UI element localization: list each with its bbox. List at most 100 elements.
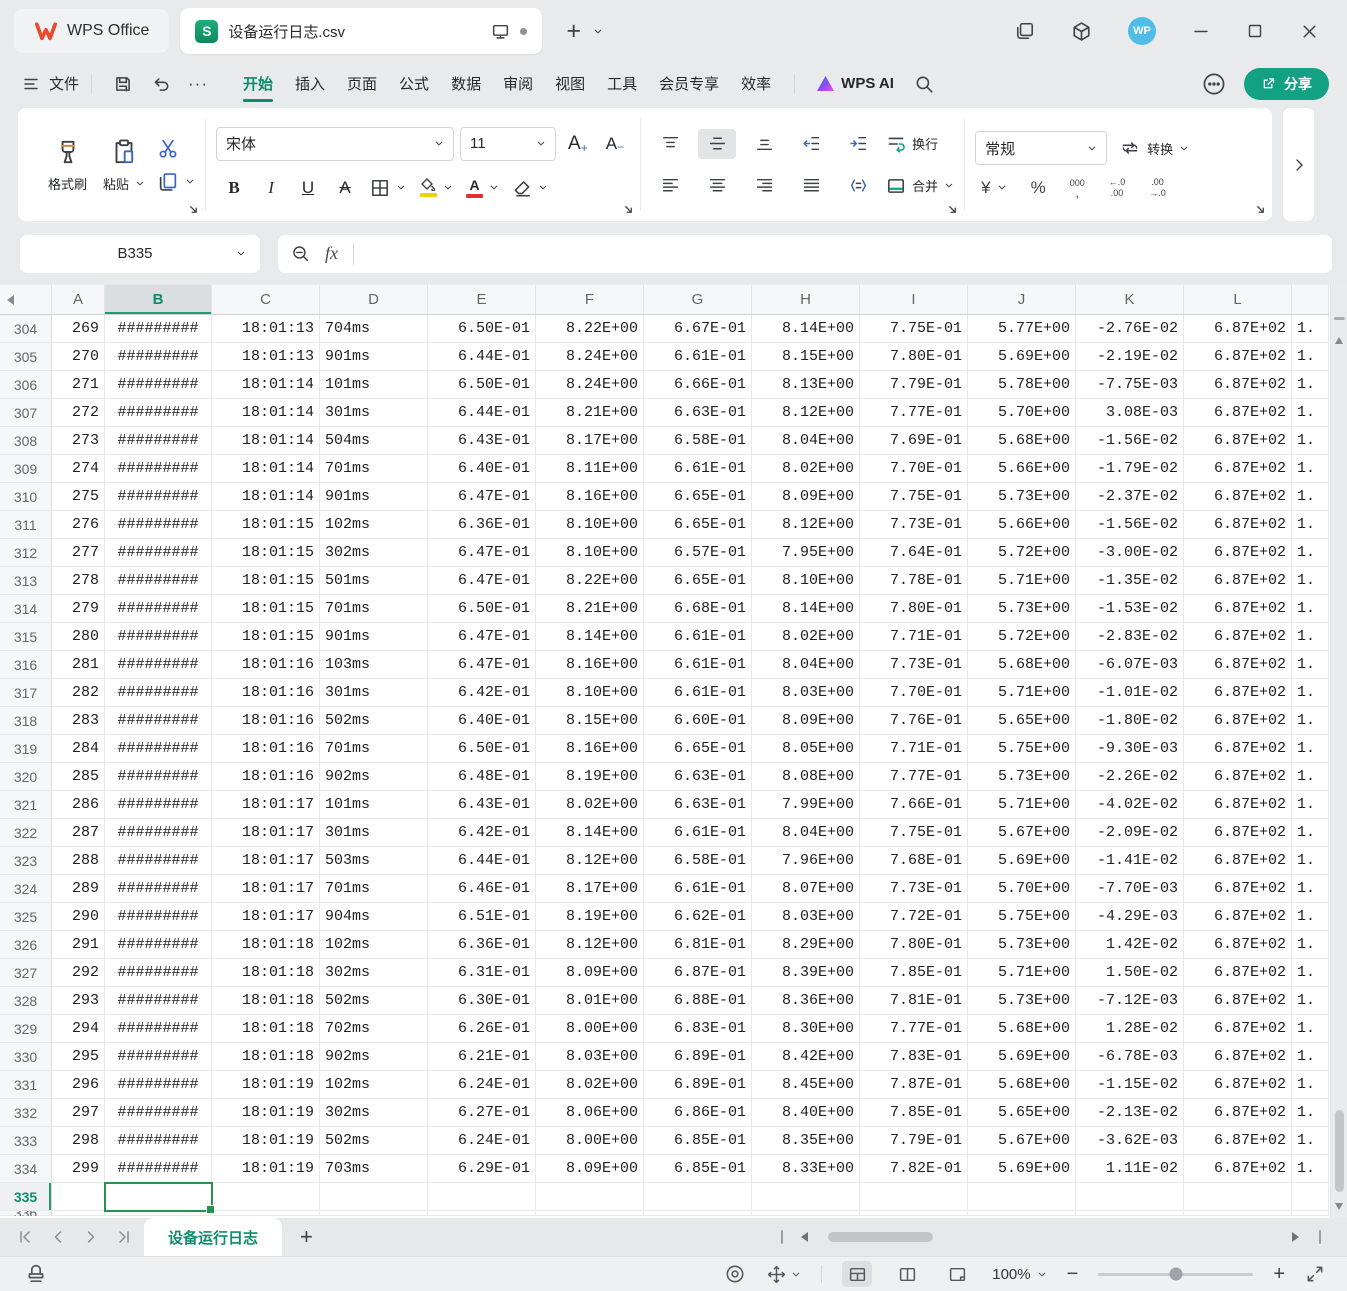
cell[interactable]: 6.31E-01 [428,959,536,987]
cell[interactable]: 8.03E+00 [752,679,860,707]
cell[interactable]: 701ms [320,875,428,903]
cell[interactable] [968,1183,1076,1211]
row-header-307[interactable]: 307 [0,399,52,427]
cell[interactable]: 5.73E+00 [968,763,1076,791]
cell[interactable]: 18:01:14 [212,427,320,455]
sheet-next-icon[interactable] [83,1229,99,1245]
cell[interactable]: 6.50E-01 [428,735,536,763]
cell[interactable]: 6.24E-01 [428,1127,536,1155]
font-size-select[interactable]: 11 [460,127,556,161]
cell[interactable]: 5.70E+00 [968,875,1076,903]
cell[interactable]: 3.08E-03 [1076,399,1184,427]
menu-tab-10[interactable]: 效率 [730,62,782,105]
font-color-button[interactable]: A [466,178,499,198]
cell[interactable]: ######### [105,511,212,539]
cell[interactable]: -6.78E-03 [1076,1043,1184,1071]
cell[interactable]: 6.50E-01 [428,595,536,623]
cell[interactable]: 102ms [320,511,428,539]
scroll-down-icon[interactable] [1335,1203,1343,1210]
cell[interactable]: 702ms [320,1015,428,1043]
cell[interactable]: 5.65E+00 [968,707,1076,735]
cell[interactable]: 18:01:19 [212,1127,320,1155]
cell[interactable]: 6.50E-01 [428,371,536,399]
cell[interactable] [52,1183,105,1211]
cell[interactable]: -2.19E-02 [1076,343,1184,371]
row-header-311[interactable]: 311 [0,511,52,539]
row-header-333[interactable]: 333 [0,1127,52,1155]
row-header-335[interactable]: 335 [0,1183,52,1211]
cell[interactable]: 6.81E-01 [644,931,752,959]
cell[interactable]: 7.96E+00 [752,847,860,875]
cell[interactable]: 5.72E+00 [968,539,1076,567]
cell[interactable]: 6.87E+02 [1184,315,1292,343]
cell[interactable]: -1.56E-02 [1076,427,1184,455]
cell[interactable]: 6.44E-01 [428,399,536,427]
cell[interactable]: 283 [52,707,105,735]
cell[interactable]: 5.65E+00 [968,1099,1076,1127]
cell[interactable]: 7.79E-01 [860,371,968,399]
cell[interactable]: 102ms [320,1071,428,1099]
cell[interactable]: 6.42E-01 [428,679,536,707]
cell[interactable]: 6.63E-01 [644,399,752,427]
row-header-310[interactable]: 310 [0,483,52,511]
cell[interactable]: 6.24E-01 [428,1071,536,1099]
cell[interactable]: 8.07E+00 [752,875,860,903]
cell[interactable] [752,1211,860,1216]
row-header-312[interactable]: 312 [0,539,52,567]
cell[interactable]: 6.47E-01 [428,623,536,651]
cell[interactable]: -3.62E-03 [1076,1127,1184,1155]
cell[interactable] [1076,1211,1184,1216]
cell[interactable]: 8.10E+00 [536,539,644,567]
cell[interactable]: 103ms [320,651,428,679]
cell[interactable]: 1. [1292,1015,1329,1043]
cell[interactable]: 6.46E-01 [428,875,536,903]
cell[interactable]: 7.64E-01 [860,539,968,567]
cell[interactable]: 8.24E+00 [536,371,644,399]
cell[interactable]: 291 [52,931,105,959]
cell[interactable]: 7.73E-01 [860,651,968,679]
wps-ai-item[interactable]: WPS AI [817,75,894,92]
cell[interactable]: -1.79E-02 [1076,455,1184,483]
cell[interactable]: 7.80E-01 [860,343,968,371]
cell[interactable]: ######### [105,707,212,735]
cell[interactable]: 1. [1292,539,1329,567]
cell[interactable]: 701ms [320,595,428,623]
cell[interactable]: 8.01E+00 [536,987,644,1015]
cell[interactable]: 6.87E+02 [1184,343,1292,371]
cell[interactable]: 102ms [320,931,428,959]
global-menu-icon[interactable] [22,75,40,93]
valign-top-button[interactable] [651,129,689,159]
cell[interactable]: 301ms [320,679,428,707]
cell[interactable]: 296 [52,1071,105,1099]
menu-tab-2[interactable]: 插入 [284,62,336,105]
cell[interactable]: 8.21E+00 [536,595,644,623]
cell[interactable]: 275 [52,483,105,511]
cell[interactable]: -1.53E-02 [1076,595,1184,623]
cell[interactable]: 6.50E-01 [428,315,536,343]
cell[interactable]: 6.65E-01 [644,735,752,763]
cell[interactable]: 279 [52,595,105,623]
cell[interactable]: -1.01E-02 [1076,679,1184,707]
font-family-select[interactable]: 宋体 [216,127,454,161]
cell[interactable]: 6.87E+02 [1184,679,1292,707]
cell[interactable]: 101ms [320,791,428,819]
more-options-icon[interactable] [1202,72,1226,96]
cell[interactable]: -2.83E-02 [1076,623,1184,651]
cell[interactable]: 5.73E+00 [968,595,1076,623]
cell[interactable]: 1. [1292,1155,1329,1183]
format-painter-button[interactable]: 格式刷 [40,133,95,197]
cell[interactable]: 6.87E+02 [1184,623,1292,651]
col-header-F[interactable]: F [536,285,644,315]
cell[interactable]: 8.14E+00 [752,595,860,623]
cell[interactable]: 5.73E+00 [968,931,1076,959]
cell[interactable]: 5.78E+00 [968,371,1076,399]
cell[interactable]: 297 [52,1099,105,1127]
cell[interactable]: 6.62E-01 [644,903,752,931]
cell[interactable]: 8.24E+00 [536,343,644,371]
text-orientation-button[interactable] [839,171,877,201]
cell[interactable]: 1. [1292,315,1329,343]
scroll-right-icon[interactable] [1292,1232,1299,1242]
cell[interactable]: -1.35E-02 [1076,567,1184,595]
col-header-K[interactable]: K [1076,285,1184,315]
ribbon-expand-button[interactable] [1283,108,1314,221]
